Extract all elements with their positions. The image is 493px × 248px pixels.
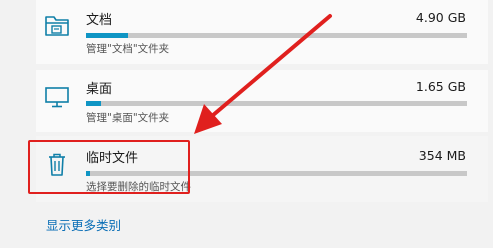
storage-item-name: 桌面 xyxy=(86,82,113,97)
annotation-highlight-box xyxy=(28,140,190,194)
desktop-monitor-icon xyxy=(44,84,70,110)
storage-item-desktop[interactable]: 桌面 1.65 GB 管理"桌面"文件夹 xyxy=(36,70,488,132)
storage-item-documents[interactable]: 文档 4.90 GB 管理"文档"文件夹 xyxy=(36,0,488,64)
storage-item-name: 文档 xyxy=(86,13,113,28)
usage-bar xyxy=(86,101,467,106)
documents-folder-icon xyxy=(44,12,70,38)
usage-bar-fill xyxy=(86,33,128,38)
storage-item-size: 1.65 GB xyxy=(415,79,466,94)
storage-item-size: 354 MB xyxy=(418,148,466,163)
storage-item-description: 管理"桌面"文件夹 xyxy=(86,112,170,124)
storage-item-description: 管理"文档"文件夹 xyxy=(86,43,170,55)
show-more-categories-link[interactable]: 显示更多类别 xyxy=(46,215,121,234)
storage-item-size: 4.90 GB xyxy=(415,10,466,25)
usage-bar xyxy=(86,33,467,38)
usage-bar-fill xyxy=(86,101,102,106)
